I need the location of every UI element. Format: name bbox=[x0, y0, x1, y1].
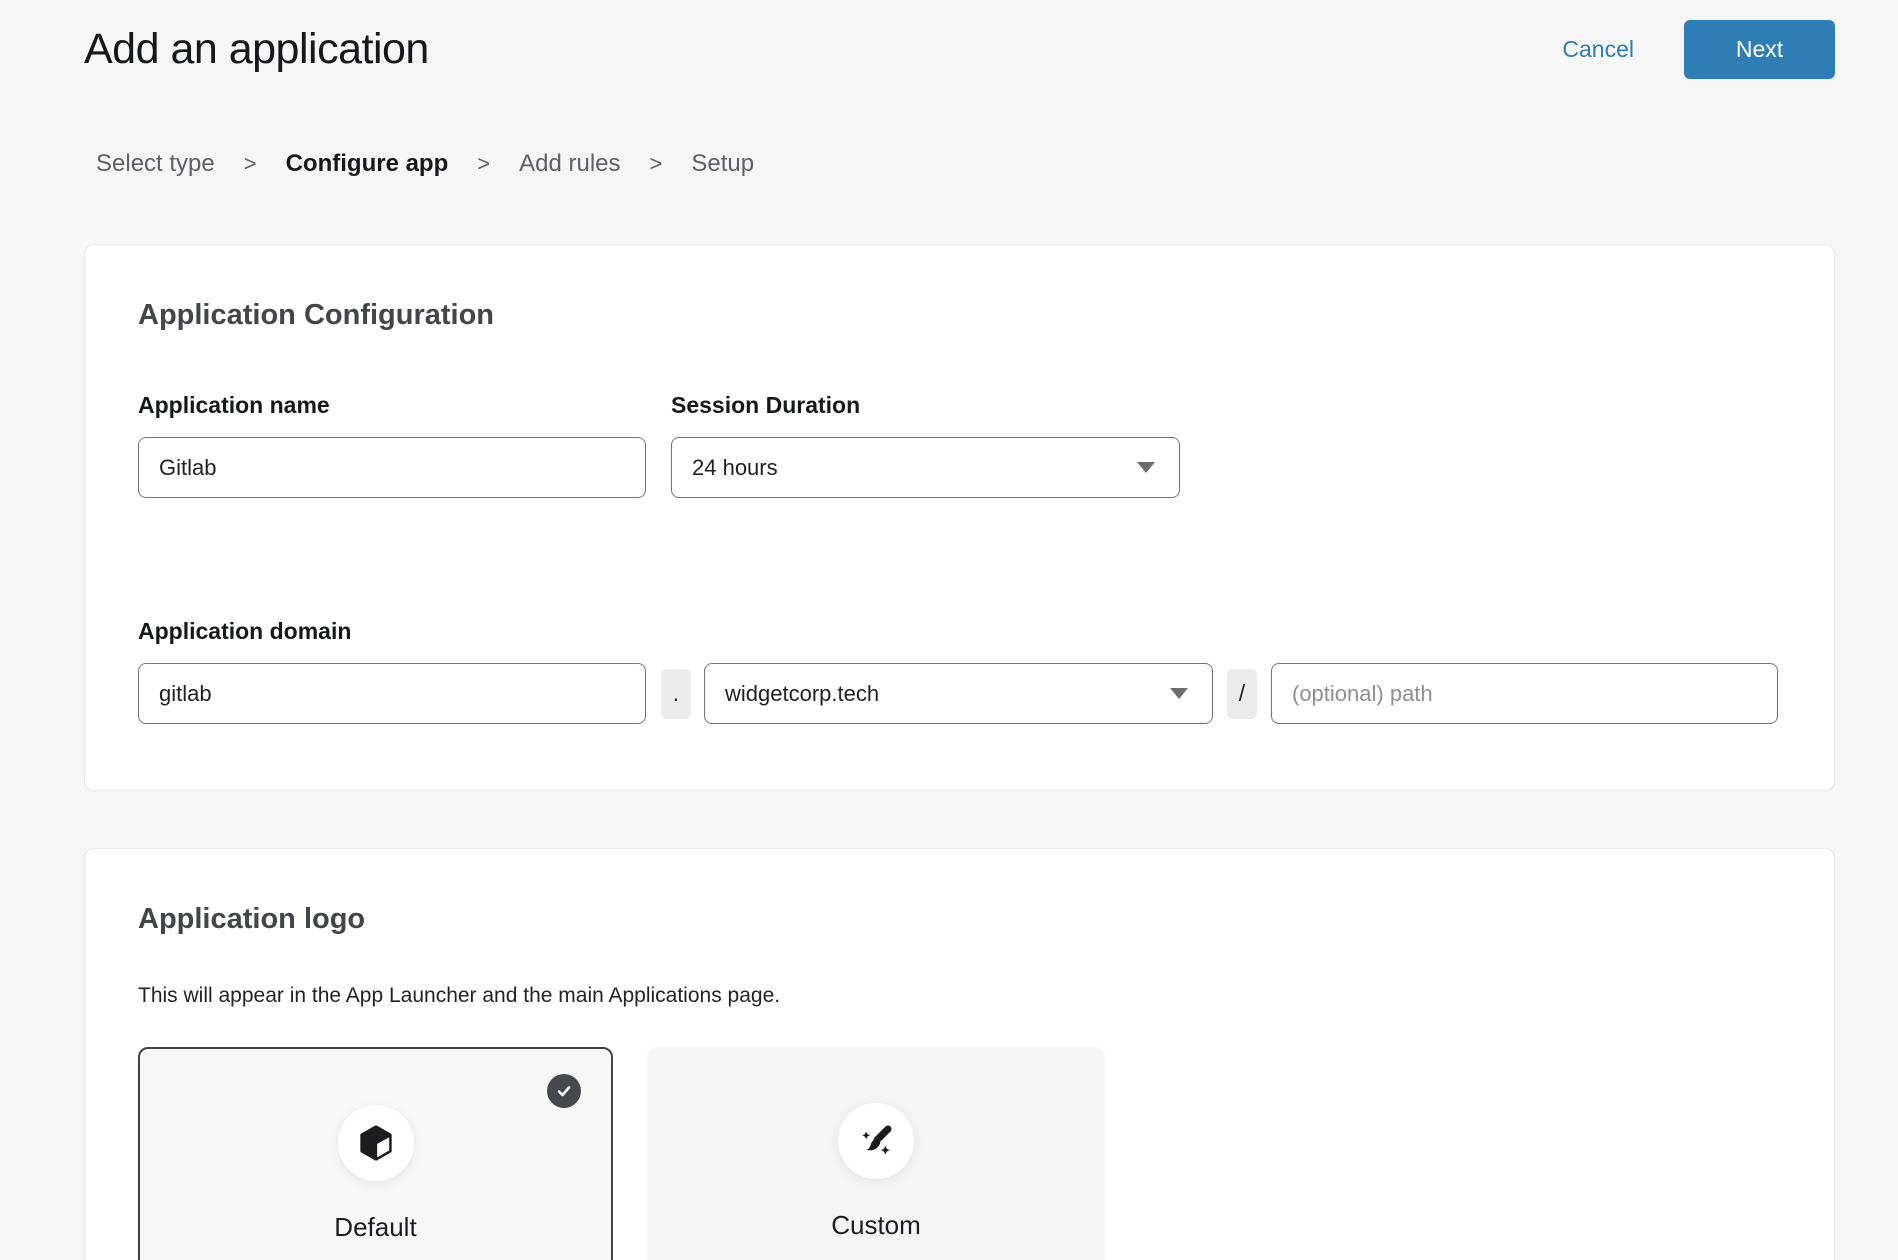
path-input[interactable] bbox=[1271, 663, 1778, 724]
selected-check-badge bbox=[547, 1074, 581, 1108]
topbar: Add an application Cancel Next bbox=[0, 0, 1898, 86]
application-configuration-card: Application Configuration Application na… bbox=[84, 244, 1835, 791]
application-domain-row: . widgetcorp.tech / bbox=[138, 645, 1781, 724]
application-configuration-heading: Application Configuration bbox=[138, 297, 1781, 333]
application-logo-heading: Application logo bbox=[138, 901, 1781, 937]
breadcrumb-step-setup[interactable]: Setup bbox=[691, 148, 754, 180]
session-duration-value: 24 hours bbox=[692, 455, 778, 481]
breadcrumb-separator: > bbox=[244, 148, 257, 180]
application-name-label: Application name bbox=[138, 391, 646, 419]
logo-option-default[interactable]: Default bbox=[138, 1047, 613, 1260]
logo-option-tiles: Default Custom bbox=[138, 1047, 1781, 1260]
domain-select[interactable]: widgetcorp.tech bbox=[704, 663, 1213, 724]
application-logo-description: This will appear in the App Launcher and… bbox=[138, 983, 1781, 1009]
application-logo-card: Application logo This will appear in the… bbox=[84, 848, 1835, 1260]
paintbrush-icon bbox=[856, 1121, 896, 1161]
logo-option-custom[interactable]: Custom bbox=[647, 1047, 1105, 1260]
logo-option-label: Custom bbox=[831, 1209, 921, 1241]
application-name-input[interactable] bbox=[138, 437, 646, 498]
session-duration-label: Session Duration bbox=[671, 391, 1180, 419]
dot-separator: . bbox=[661, 669, 691, 719]
page-title: Add an application bbox=[84, 25, 429, 74]
application-domain-label: Application domain bbox=[138, 617, 1781, 645]
session-duration-select[interactable]: 24 hours bbox=[671, 437, 1180, 498]
breadcrumb-step-add-rules[interactable]: Add rules bbox=[519, 148, 620, 180]
topbar-actions: Cancel Next bbox=[1562, 20, 1835, 79]
default-logo-circle bbox=[338, 1105, 414, 1181]
chevron-down-icon bbox=[1137, 462, 1155, 473]
slash-separator: / bbox=[1227, 669, 1257, 719]
session-duration-field-group: Session Duration 24 hours bbox=[671, 391, 1180, 498]
breadcrumb-step-configure-app[interactable]: Configure app bbox=[286, 148, 449, 180]
cube-icon bbox=[356, 1123, 396, 1163]
custom-logo-circle bbox=[838, 1103, 914, 1179]
name-session-row: Application name Session Duration 24 hou… bbox=[138, 391, 1781, 498]
check-icon bbox=[555, 1082, 573, 1100]
application-name-field-group: Application name bbox=[138, 391, 646, 498]
logo-option-label: Default bbox=[334, 1211, 416, 1243]
subdomain-input[interactable] bbox=[138, 663, 646, 724]
breadcrumb-step-select-type[interactable]: Select type bbox=[96, 148, 215, 180]
domain-select-value: widgetcorp.tech bbox=[725, 681, 879, 707]
breadcrumb-separator: > bbox=[650, 148, 663, 180]
breadcrumb-separator: > bbox=[477, 148, 490, 180]
chevron-down-icon bbox=[1170, 688, 1188, 699]
next-button[interactable]: Next bbox=[1684, 20, 1835, 79]
breadcrumb: Select type > Configure app > Add rules … bbox=[96, 148, 1898, 180]
cancel-button[interactable]: Cancel bbox=[1562, 36, 1634, 63]
